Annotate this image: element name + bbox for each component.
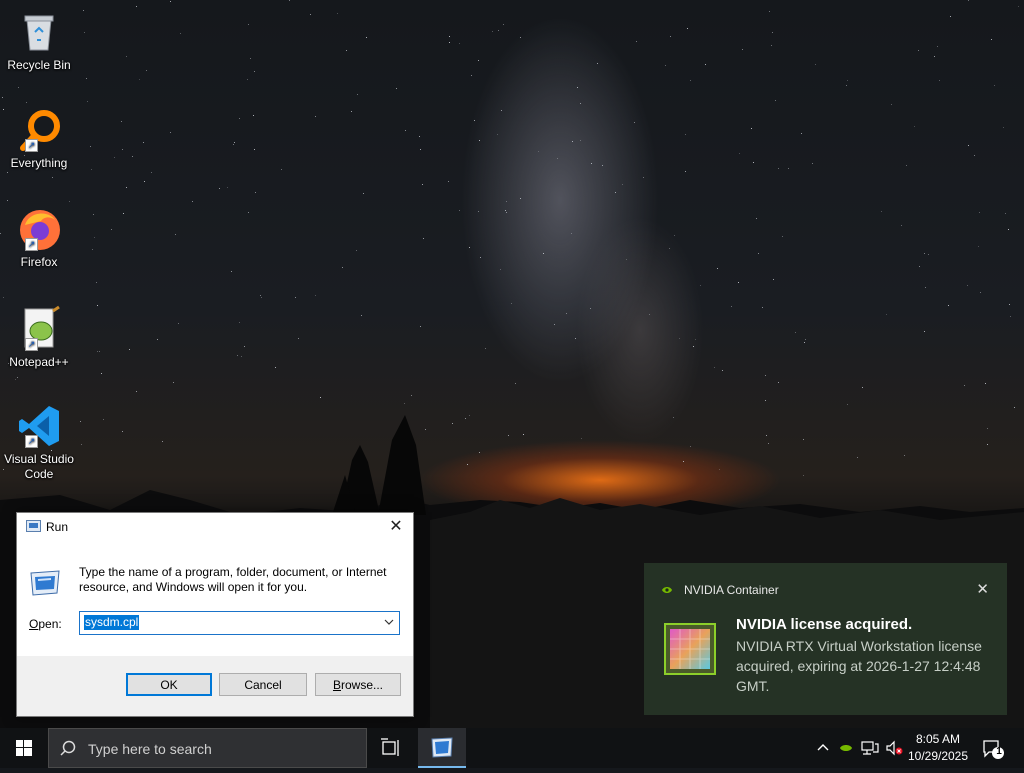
ok-button[interactable]: OK xyxy=(126,673,212,696)
desktop-icon-label: Everything xyxy=(10,156,68,170)
notepadpp-icon: ↗ xyxy=(15,305,63,353)
run-icon xyxy=(26,520,41,532)
browse-button[interactable]: Browse... xyxy=(315,673,401,696)
run-dialog-footer: OK Cancel Browse... xyxy=(17,656,413,716)
notification-close-icon[interactable]: ✕ xyxy=(976,580,989,598)
recycle-bin-icon xyxy=(15,8,63,56)
taskbar-run-app[interactable] xyxy=(418,728,466,768)
shortcut-arrow-icon: ↗ xyxy=(25,435,38,448)
desktop-icon-vscode[interactable]: ↗ Visual Studio Code xyxy=(2,402,76,482)
desktop-icon-label: Firefox xyxy=(20,255,58,269)
shortcut-arrow-icon: ↗ xyxy=(25,338,38,351)
taskbar-clock[interactable]: 8:05 AM 10/29/2025 xyxy=(905,731,971,765)
vscode-icon: ↗ xyxy=(15,402,63,450)
desktop-icon-notepadpp[interactable]: ↗ Notepad++ xyxy=(2,305,76,370)
notification-app-name: NVIDIA Container xyxy=(684,583,779,597)
desktop-icon-label: Recycle Bin xyxy=(7,58,71,72)
nvidia-license-icon xyxy=(664,623,716,675)
start-button[interactable] xyxy=(0,728,48,768)
run-dialog: Run ✕ Type the name of a program, folder… xyxy=(16,512,414,717)
run-dialog-description: Type the name of a program, folder, docu… xyxy=(79,565,387,594)
desktop-icon-recycle-bin[interactable]: Recycle Bin xyxy=(2,8,76,73)
clock-time: 8:05 AM xyxy=(915,732,961,746)
open-input-value[interactable]: sysdm.cpl xyxy=(84,615,140,630)
run-taskbar-icon xyxy=(431,737,453,758)
windows-logo-icon xyxy=(16,740,32,756)
taskbar-search-box[interactable]: Type here to search xyxy=(48,728,367,768)
firefox-icon: ↗ xyxy=(15,205,63,253)
everything-icon: ↗ xyxy=(15,106,63,154)
shortcut-arrow-icon: ↗ xyxy=(25,139,38,152)
run-dialog-titlebar[interactable]: Run ✕ xyxy=(17,513,413,542)
action-center-button[interactable]: 1 xyxy=(981,738,1005,760)
nvidia-small-icon xyxy=(662,587,672,593)
desktop-icon-everything[interactable]: ↗ Everything xyxy=(2,106,76,171)
nvidia-notification[interactable]: NVIDIA Container ✕ NVIDIA license acquir… xyxy=(644,563,1007,715)
taskbar: Type here to search 8:05 AM 10/29/2025 1 xyxy=(0,728,1024,768)
network-icon[interactable] xyxy=(861,740,879,756)
notification-count-badge: 1 xyxy=(996,746,1002,757)
run-dialog-title: Run xyxy=(46,520,69,534)
shortcut-arrow-icon: ↗ xyxy=(25,238,38,251)
open-label: Open: xyxy=(29,617,62,631)
notification-body: NVIDIA RTX Virtual Workstation license a… xyxy=(736,638,982,694)
desktop-icon-label: Notepad++ xyxy=(9,355,69,369)
open-combobox[interactable]: sysdm.cpl xyxy=(79,611,400,635)
chevron-up-icon[interactable] xyxy=(816,740,830,756)
volume-muted-icon[interactable] xyxy=(885,740,903,756)
task-view-icon[interactable] xyxy=(380,738,402,758)
clock-date: 10/29/2025 xyxy=(907,749,969,763)
search-icon xyxy=(60,740,76,756)
notification-heading: NVIDIA license acquired. xyxy=(736,616,913,633)
nvidia-tray-icon[interactable] xyxy=(839,740,853,756)
desktop-icon-firefox[interactable]: ↗ Firefox xyxy=(2,205,76,270)
desktop-icon-label: Visual Studio Code xyxy=(4,452,74,481)
run-program-icon xyxy=(30,570,60,596)
close-button[interactable]: ✕ xyxy=(385,517,407,537)
chevron-down-icon[interactable] xyxy=(383,616,395,628)
cancel-button[interactable]: Cancel xyxy=(219,673,307,696)
search-placeholder: Type here to search xyxy=(88,741,212,757)
